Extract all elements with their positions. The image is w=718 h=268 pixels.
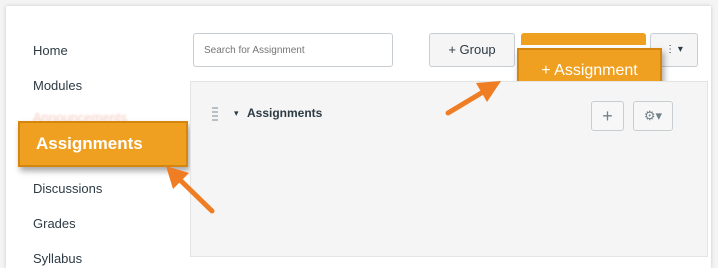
add-assignment-to-group-button[interactable]: +: [591, 101, 624, 131]
sidebar-item-grades[interactable]: Grades: [33, 216, 76, 231]
collapse-caret-icon[interactable]: ▾: [234, 108, 239, 119]
sidebar-item-syllabus[interactable]: Syllabus: [33, 251, 82, 266]
add-group-button[interactable]: + Group: [429, 33, 515, 67]
assignment-group-title: Assignments: [247, 106, 323, 120]
sidebar-item-assignments[interactable]: Assignments: [18, 121, 188, 167]
sidebar-item-modules[interactable]: Modules: [33, 78, 82, 93]
sidebar-item-discussions[interactable]: Discussions: [33, 181, 102, 196]
drag-handle-icon[interactable]: [212, 107, 218, 123]
sidebar-item-home[interactable]: Home: [33, 43, 68, 58]
group-settings-button[interactable]: ⚙▾: [633, 101, 673, 131]
add-assignment-button-background: [521, 33, 646, 45]
canvas-page: Home Modules Announcements Discussions G…: [6, 6, 711, 268]
assignment-group-panel: ▾ Assignments + ⚙▾: [190, 81, 708, 257]
search-input[interactable]: [193, 33, 393, 67]
